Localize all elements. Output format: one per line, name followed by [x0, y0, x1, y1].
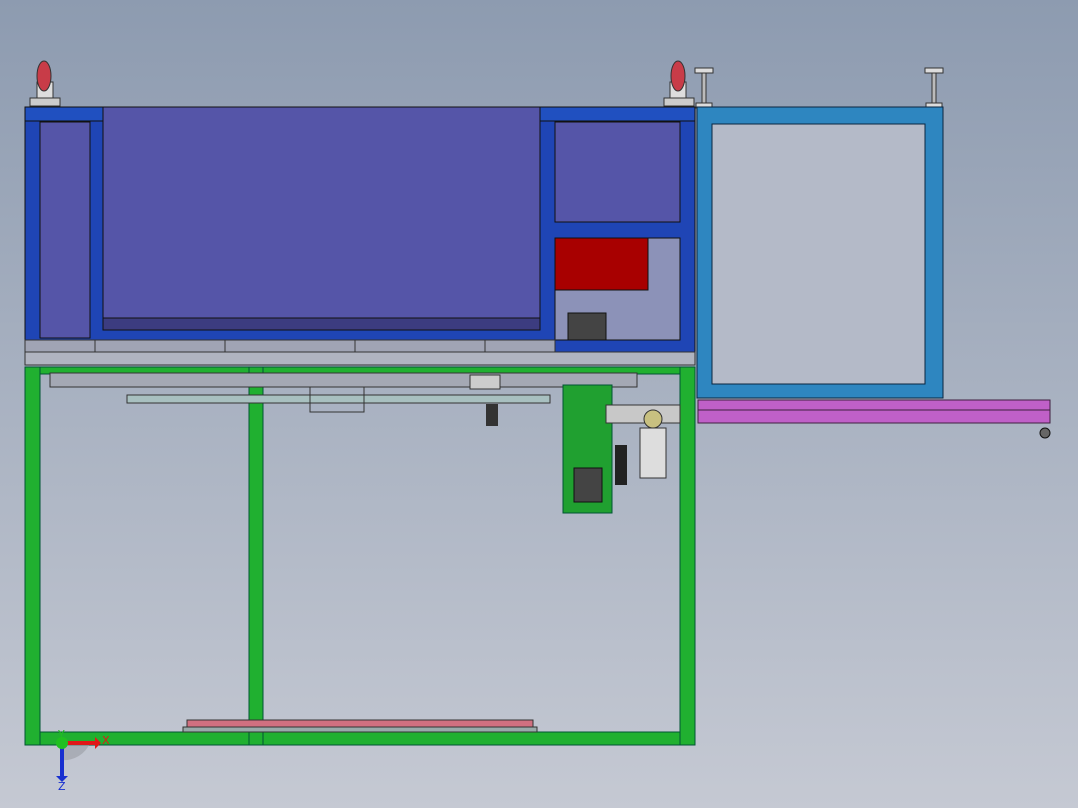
left-panel — [39, 121, 91, 339]
linear-rail — [49, 372, 638, 388]
green-frame[interactable] — [24, 366, 696, 746]
cabinet[interactable] — [24, 106, 696, 366]
upper-right-panel — [554, 121, 681, 223]
caster-left — [29, 60, 61, 107]
leveling-foot-left — [694, 67, 714, 109]
z-axis-label: Z — [58, 780, 66, 793]
side-frame[interactable] — [696, 106, 1051, 439]
cad-viewport[interactable]: X Y Z — [0, 0, 1078, 808]
connector-block — [567, 312, 607, 341]
cabinet-base-rail — [24, 351, 696, 366]
x-axis-label: X — [102, 734, 110, 747]
caster-right — [663, 60, 695, 107]
y-axis-label: Y — [57, 728, 65, 741]
floor-plate — [186, 719, 534, 728]
warning-block — [554, 237, 649, 291]
side-rail — [697, 399, 1051, 424]
leveling-foot-right — [924, 67, 944, 109]
main-panel — [102, 106, 541, 331]
